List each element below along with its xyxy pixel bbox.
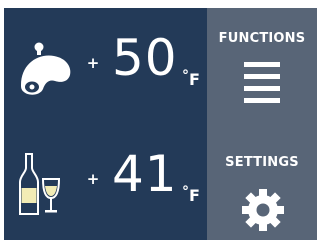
unit-letter: F	[189, 186, 200, 205]
settings-button[interactable]: SETTINGS	[207, 124, 317, 240]
lower-temperature-unit: °F	[182, 182, 200, 206]
degree-symbol: °	[182, 184, 189, 200]
control-panel-screen: + 50 °F + 41 °F FUNCTIONS SETTINGS	[4, 8, 317, 240]
lower-temperature: 41	[112, 145, 178, 203]
lower-zone[interactable]: + 41 °F	[4, 124, 204, 240]
upper-temperature: 50	[112, 29, 178, 87]
functions-label: FUNCTIONS	[218, 31, 306, 46]
wine-bottle-glass-icon	[19, 153, 61, 215]
temperature-sign: +	[86, 170, 100, 188]
upper-zone[interactable]: + 50 °F	[4, 8, 204, 124]
gear-icon	[242, 189, 284, 231]
temperature-sign: +	[86, 54, 100, 72]
settings-label: SETTINGS	[225, 155, 299, 170]
upper-temperature-unit: °F	[182, 66, 200, 90]
sidebar: FUNCTIONS SETTINGS	[207, 8, 317, 240]
degree-symbol: °	[182, 68, 189, 84]
functions-button[interactable]: FUNCTIONS	[207, 8, 317, 124]
menu-icon	[244, 62, 280, 104]
meat-icon	[21, 42, 71, 95]
unit-letter: F	[189, 70, 200, 89]
